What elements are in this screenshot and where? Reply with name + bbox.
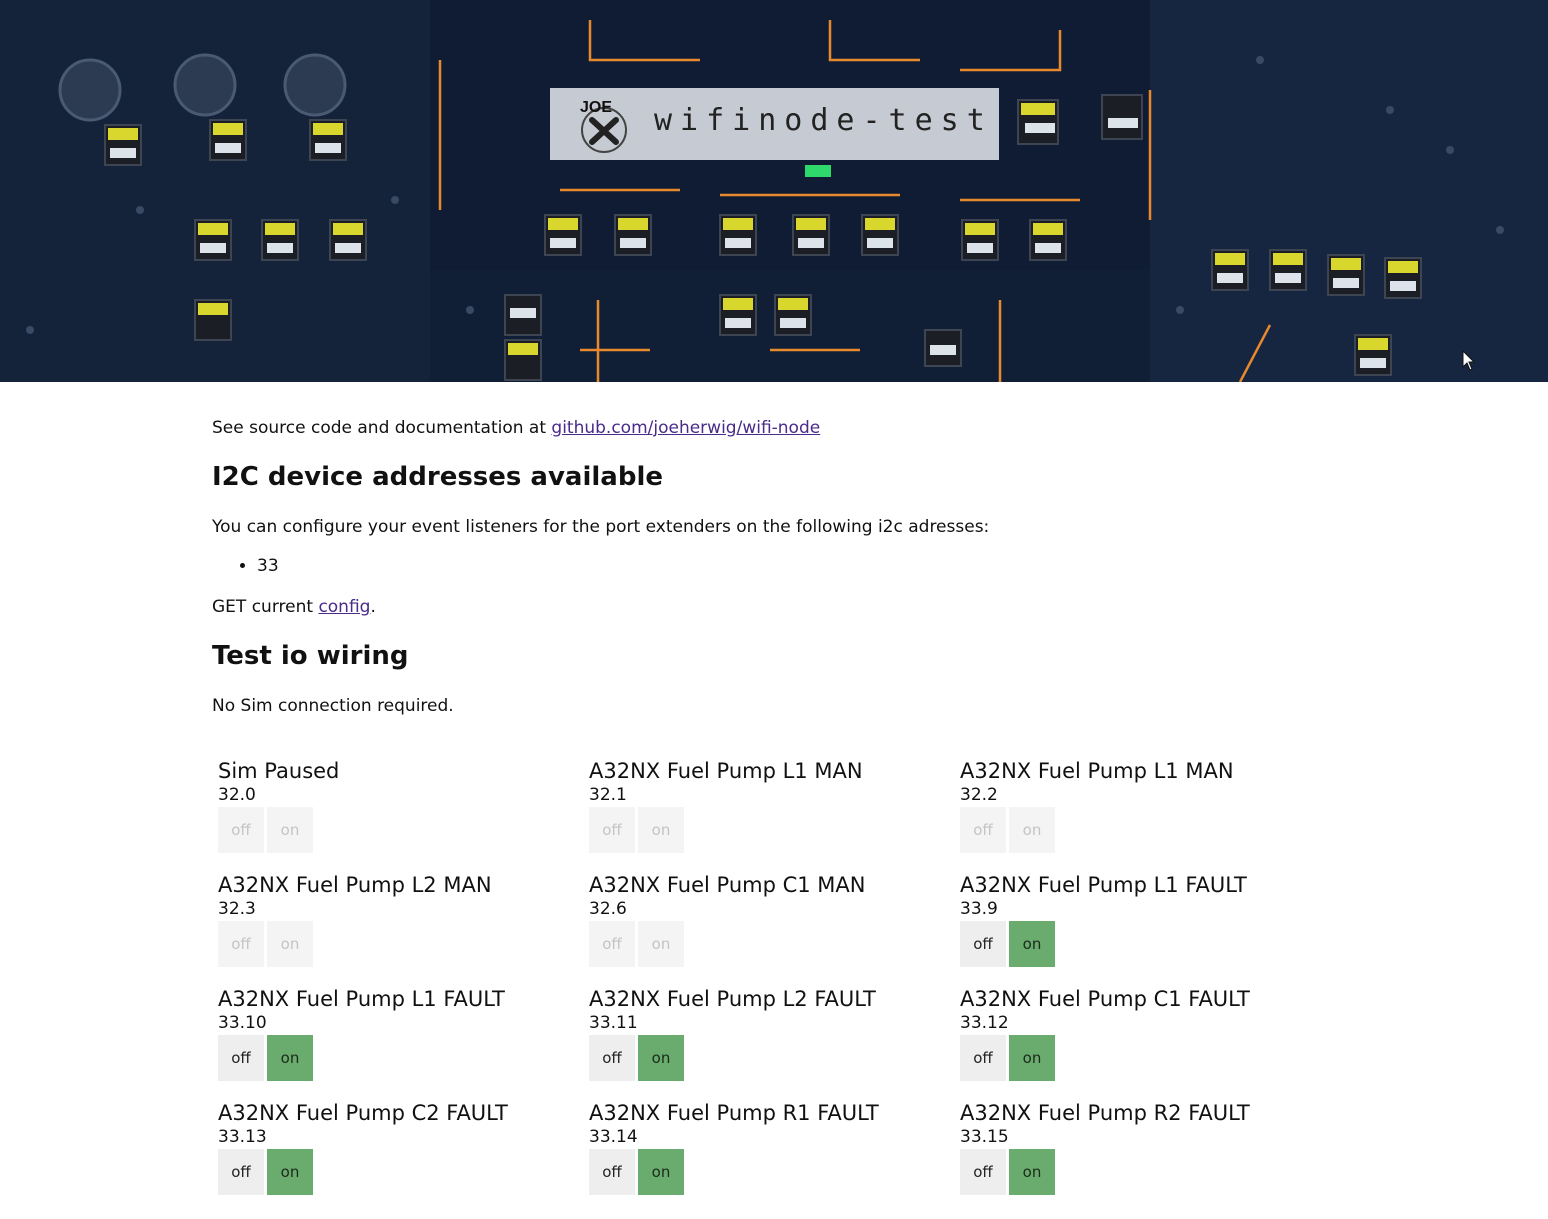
io-card: A32NX Fuel Pump L2 MAN 32.3 off on: [218, 872, 578, 986]
on-button[interactable]: on: [638, 807, 684, 853]
io-card-title: A32NX Fuel Pump L1 FAULT: [960, 873, 1247, 897]
off-button[interactable]: off: [589, 1035, 635, 1081]
config-link[interactable]: config: [318, 597, 370, 617]
io-card-address: 32.6: [589, 899, 627, 919]
io-card-address: 32.3: [218, 899, 256, 919]
io-card-title: A32NX Fuel Pump C1 MAN: [589, 873, 866, 897]
cockpit-overhead-panel-image: [0, 0, 1548, 382]
on-button[interactable]: on: [638, 1149, 684, 1195]
off-button[interactable]: off: [589, 807, 635, 853]
io-card-title: A32NX Fuel Pump L1 MAN: [589, 759, 863, 783]
io-card-address: 32.2: [960, 785, 998, 805]
on-button[interactable]: on: [1009, 1149, 1055, 1195]
io-card-address: 33.15: [960, 1127, 1009, 1147]
on-button[interactable]: on: [267, 807, 313, 853]
on-button[interactable]: on: [267, 921, 313, 967]
io-card-title: A32NX Fuel Pump R2 FAULT: [960, 1101, 1250, 1125]
io-card: A32NX Fuel Pump L1 MAN 32.2 off on: [960, 758, 1320, 872]
io-card-address: 32.0: [218, 785, 256, 805]
io-card-address: 32.1: [589, 785, 627, 805]
off-button[interactable]: off: [960, 1149, 1006, 1195]
io-card: Sim Paused 32.0 off on: [218, 758, 578, 872]
io-card-title: A32NX Fuel Pump R1 FAULT: [589, 1101, 879, 1125]
mouse-cursor-icon: [1462, 350, 1476, 371]
github-link[interactable]: github.com/joeherwig/wifi-node: [551, 418, 820, 438]
io-card: A32NX Fuel Pump L1 FAULT 33.10 off on: [218, 986, 578, 1100]
on-button[interactable]: on: [267, 1035, 313, 1081]
config-text: GET current config.: [212, 595, 376, 619]
io-card-title: A32NX Fuel Pump L2 MAN: [218, 873, 492, 897]
io-card-title: A32NX Fuel Pump L1 MAN: [960, 759, 1234, 783]
on-button[interactable]: on: [638, 921, 684, 967]
test-io-heading: Test io wiring: [212, 641, 409, 671]
io-card-address: 33.10: [218, 1013, 267, 1033]
io-card: A32NX Fuel Pump R1 FAULT 33.14 off on: [589, 1100, 949, 1214]
io-card: A32NX Fuel Pump C1 MAN 32.6 off on: [589, 872, 949, 986]
config-suffix: .: [370, 597, 376, 617]
off-button[interactable]: off: [960, 807, 1006, 853]
on-button[interactable]: on: [1009, 807, 1055, 853]
i2c-address-list: 33: [212, 554, 279, 578]
io-card-title: A32NX Fuel Pump C2 FAULT: [218, 1101, 508, 1125]
io-card-address: 33.9: [960, 899, 998, 919]
io-card-title: A32NX Fuel Pump L2 FAULT: [589, 987, 876, 1011]
io-card: A32NX Fuel Pump C1 FAULT 33.12 off on: [960, 986, 1320, 1100]
joe-x-logo-icon: JOE: [580, 99, 627, 153]
off-button[interactable]: off: [589, 921, 635, 967]
off-button[interactable]: off: [218, 807, 264, 853]
io-card-address: 33.14: [589, 1127, 638, 1147]
off-button[interactable]: off: [218, 1035, 264, 1081]
i2c-description: You can configure your event listeners f…: [212, 517, 990, 537]
on-button[interactable]: on: [1009, 921, 1055, 967]
site-title: wifinode-test: [654, 103, 993, 138]
io-card: A32NX Fuel Pump L1 FAULT 33.9 off on: [960, 872, 1320, 986]
list-item: 33: [257, 554, 279, 578]
io-card-address: 33.11: [589, 1013, 638, 1033]
io-card-address: 33.12: [960, 1013, 1009, 1033]
io-card: A32NX Fuel Pump R2 FAULT 33.15 off on: [960, 1100, 1320, 1214]
io-card-title: Sim Paused: [218, 759, 340, 783]
io-card: A32NX Fuel Pump C2 FAULT 33.13 off on: [218, 1100, 578, 1214]
config-prefix: GET current: [212, 597, 319, 617]
off-button[interactable]: off: [589, 1149, 635, 1195]
site-banner: JOE wifinode-test: [550, 88, 999, 160]
off-button[interactable]: off: [218, 1149, 264, 1195]
logo-text: JOE: [580, 99, 612, 116]
intro-label: See source code and documentation at: [212, 418, 552, 438]
io-card-title: A32NX Fuel Pump L1 FAULT: [218, 987, 505, 1011]
hero-banner: JOE wifinode-test: [0, 0, 1548, 382]
off-button[interactable]: off: [218, 921, 264, 967]
intro-text: See source code and documentation at git…: [212, 416, 820, 440]
on-button[interactable]: on: [1009, 1035, 1055, 1081]
off-button[interactable]: off: [960, 1035, 1006, 1081]
i2c-heading: I2C device addresses available: [212, 462, 664, 492]
io-card-address: 33.13: [218, 1127, 267, 1147]
off-button[interactable]: off: [960, 921, 1006, 967]
io-card-title: A32NX Fuel Pump C1 FAULT: [960, 987, 1250, 1011]
on-button[interactable]: on: [638, 1035, 684, 1081]
io-card: A32NX Fuel Pump L2 FAULT 33.11 off on: [589, 986, 949, 1100]
no-sim-note: No Sim connection required.: [212, 696, 454, 716]
io-card: A32NX Fuel Pump L1 MAN 32.1 off on: [589, 758, 949, 872]
on-button[interactable]: on: [267, 1149, 313, 1195]
